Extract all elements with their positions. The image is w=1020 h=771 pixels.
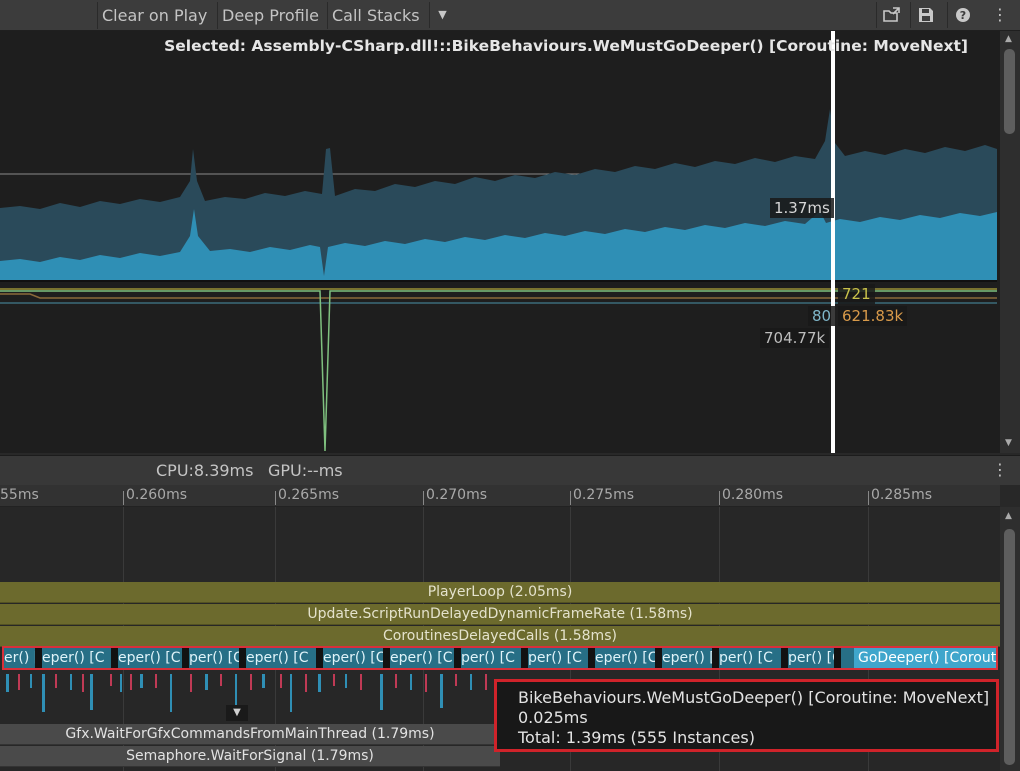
- coroutine-sample[interactable]: eper() [C: [662, 648, 712, 668]
- scroll-up-icon[interactable]: ▲: [1005, 511, 1012, 521]
- more-icon[interactable]: ⋮: [992, 460, 1008, 479]
- time-ruler[interactable]: 55ms 0.260ms 0.265ms 0.270ms 0.275ms 0.2…: [0, 485, 1000, 507]
- coroutine-sample[interactable]: eper() [C: [118, 648, 182, 668]
- graph-scrollbar[interactable]: ▲ ▼: [1000, 31, 1020, 453]
- tick-label: 0.275ms: [573, 487, 635, 503]
- tooltip-sample-time: 0.025ms: [518, 708, 588, 727]
- coroutine-sample[interactable]: per() [C: [461, 648, 521, 668]
- tick-label: 0.285ms: [871, 487, 933, 503]
- frame-stats-bar: CPU:8.39ms GPU:--ms ⋮: [0, 455, 1020, 485]
- collapse-thread-icon[interactable]: ▼: [226, 705, 248, 721]
- coroutine-sample[interactable]: per() [C: [719, 648, 781, 668]
- svg-text:?: ?: [959, 9, 965, 22]
- tooltip-sample-total: Total: 1.39ms (555 Instances): [518, 728, 755, 747]
- sample-player-loop[interactable]: PlayerLoop (2.05ms): [0, 582, 1000, 603]
- save-icon[interactable]: [910, 2, 940, 28]
- stat-tag-721: 721: [838, 284, 875, 304]
- tick-label: 55ms: [0, 487, 39, 503]
- sample-tooltip: BikeBehaviours.WeMustGoDeeper() [Corouti…: [494, 679, 999, 752]
- cpu-time-label: CPU:8.39ms: [156, 461, 254, 480]
- coroutine-sample[interactable]: eper() [C: [390, 648, 454, 668]
- coroutine-samples-row[interactable]: er() [C eper() [C eper() [C per() [C epe…: [2, 646, 998, 670]
- cpu-usage-graph[interactable]: Selected: Assembly-CSharp.dll!::BikeBeha…: [0, 31, 1000, 453]
- coroutine-sample-selected[interactable]: GoDeeper() [Coroutine: MoveNext]: [854, 648, 996, 668]
- call-stacks-toggle[interactable]: Call Stacks: [327, 2, 429, 29]
- child-sample-ticks: [6, 674, 487, 712]
- cpu-value-tag: 1.37ms: [770, 198, 834, 218]
- coroutine-sample[interactable]: per() [C: [788, 648, 834, 668]
- gpu-time-label: GPU:--ms: [268, 461, 343, 480]
- tick-label: 0.280ms: [722, 487, 784, 503]
- graph-scroll-thumb[interactable]: [1004, 49, 1015, 134]
- scroll-down-icon[interactable]: ▼: [1005, 438, 1012, 448]
- sample-gfx-wait[interactable]: Gfx.WaitForGfxCommandsFromMainThread (1.…: [0, 724, 500, 745]
- help-icon[interactable]: ?: [947, 2, 977, 28]
- clear-on-play-button[interactable]: Clear on Play: [97, 2, 216, 29]
- stat-tag-704: 704.77k: [760, 328, 830, 348]
- frame-selection-marker: [831, 31, 835, 453]
- more-icon[interactable]: ⋮: [985, 2, 1015, 28]
- coroutine-sample[interactable]: eper() [C: [595, 648, 655, 668]
- timeline-scroll-thumb[interactable]: [1004, 529, 1015, 765]
- coroutine-sample[interactable]: eper() [C: [42, 648, 111, 668]
- chevron-down-icon[interactable]: ▼: [429, 2, 455, 28]
- tick-label: 0.260ms: [126, 487, 188, 503]
- coroutine-sample[interactable]: [841, 648, 853, 668]
- timeline-scrollbar[interactable]: ▲: [1000, 507, 1020, 771]
- sample-coroutines-delayed-calls[interactable]: CoroutinesDelayedCalls (1.58ms): [0, 626, 1000, 647]
- coroutine-sample[interactable]: per() [C: [528, 648, 588, 668]
- sample-update-script[interactable]: Update.ScriptRunDelayedDynamicFrameRate …: [0, 604, 1000, 625]
- stat-tag-80: 80: [808, 306, 836, 326]
- stat-tag-621: 621.83k: [838, 306, 908, 326]
- coroutine-sample[interactable]: eper() [C: [246, 648, 316, 668]
- tick-label: 0.265ms: [278, 487, 340, 503]
- selected-sample-label: Selected: Assembly-CSharp.dll!::BikeBeha…: [164, 37, 968, 55]
- tooltip-sample-name: BikeBehaviours.WeMustGoDeeper() [Corouti…: [518, 688, 990, 707]
- sample-semaphore-wait[interactable]: Semaphore.WaitForSignal (1.79ms): [0, 746, 500, 767]
- scroll-up-icon[interactable]: ▲: [1005, 34, 1012, 44]
- coroutine-sample[interactable]: eper() [C: [323, 648, 383, 668]
- profiler-toolbar: Clear on Play Deep Profile Call Stacks ▼…: [0, 0, 1020, 31]
- load-icon[interactable]: [876, 2, 906, 28]
- tick-label: 0.270ms: [426, 487, 488, 503]
- coroutine-sample[interactable]: er() [C: [4, 648, 35, 668]
- coroutine-sample[interactable]: per() [C: [189, 648, 239, 668]
- deep-profile-button[interactable]: Deep Profile: [217, 2, 326, 29]
